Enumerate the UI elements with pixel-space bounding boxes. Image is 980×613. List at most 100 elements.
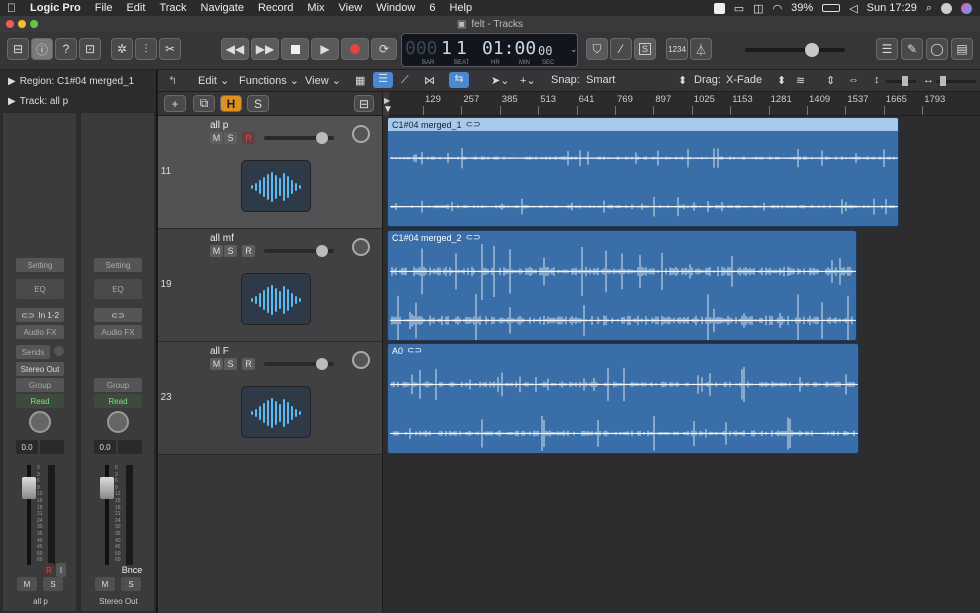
horizontal-zoom-thumb[interactable] (940, 76, 946, 86)
close-window-button[interactable] (6, 20, 14, 28)
solo-button[interactable]: S (634, 38, 656, 60)
browsers-button[interactable]: ▤ (951, 38, 973, 60)
track-header[interactable]: 23 all F M S R (158, 342, 382, 455)
inspector-button[interactable]: ⓘ (31, 38, 53, 60)
drag-select[interactable]: X-Fade (726, 74, 762, 86)
battery-icon[interactable] (822, 4, 841, 12)
user-icon[interactable] (941, 2, 952, 14)
setting-button[interactable]: Setting (16, 258, 64, 272)
group-slot[interactable]: Group (94, 378, 142, 392)
snap-select[interactable]: Smart (586, 74, 686, 86)
lcd-display[interactable]: 000 1 1 01:00 00 BAR BEAT HR MIN SEC ⌄ (401, 33, 578, 67)
loops-button[interactable]: ◯ (926, 38, 948, 60)
app-menu[interactable]: Logic Pro (23, 2, 88, 14)
eq-button[interactable]: EQ (94, 279, 142, 299)
region-inspector-header[interactable]: ▶ Region: C1#04 merged_1 (0, 72, 157, 90)
solo-button[interactable]: S (121, 577, 141, 591)
track-name[interactable]: all mf (210, 233, 234, 244)
arrange-area[interactable]: C1#04 merged_1 ⊂⊃ C1#04 merged_2 ⊂⊃ A0 ⊂⊃ (383, 116, 980, 613)
track-header[interactable]: 19 all mf M S R (158, 229, 382, 342)
track-record-button[interactable]: R (242, 358, 255, 370)
master-volume-knob[interactable] (805, 43, 819, 57)
menu-navigate[interactable]: Navigate (194, 2, 251, 14)
track-inspector-header[interactable]: ▶ Track: all p (0, 92, 157, 110)
vertical-zoom-thumb[interactable] (902, 76, 908, 86)
tuner-button[interactable]: ⁄ (610, 38, 632, 60)
master-volume-slider[interactable] (745, 43, 845, 57)
pan-knob[interactable] (107, 411, 129, 433)
fit-vertical-icon[interactable]: ⇕ (826, 74, 835, 87)
hide-tracks-button[interactable]: H (220, 95, 242, 112)
menu-window[interactable]: Window (369, 2, 422, 14)
menu-mix[interactable]: Mix (300, 2, 331, 14)
menu-help[interactable]: Help (442, 2, 479, 14)
sends-slot[interactable]: Sends (16, 345, 50, 359)
record-enable-button[interactable]: R (44, 563, 54, 577)
bounce-button[interactable]: Bnce (119, 563, 145, 577)
pan-value[interactable]: 0.0 (16, 440, 38, 454)
menu-track[interactable]: Track (152, 2, 193, 14)
fit-horizontal-icon[interactable]: ⇔ (848, 74, 859, 86)
clock[interactable]: Sun 17:29 (867, 2, 917, 14)
track-pan-knob[interactable] (352, 351, 370, 369)
add-track-button[interactable]: + (164, 95, 186, 112)
horizontal-zoom-slider[interactable] (936, 76, 976, 86)
track-volume-knob[interactable] (316, 245, 328, 257)
list-editors-button[interactable]: ☰ (876, 38, 898, 60)
track-record-button[interactable]: R (242, 132, 255, 144)
record-button[interactable] (341, 38, 369, 60)
playhead-icon[interactable]: ▼ (383, 104, 393, 115)
vertical-zoom-slider[interactable] (886, 76, 916, 86)
metronome-button[interactable]: ⏃ (690, 38, 712, 60)
flex-icon[interactable]: ⋈ (424, 74, 435, 87)
menu-6[interactable]: 6 (422, 2, 442, 14)
eq-button[interactable]: EQ (16, 279, 64, 299)
track-volume-slider[interactable] (264, 132, 334, 144)
cycle-button[interactable]: ⟳ (371, 38, 397, 60)
audio-fx-slot[interactable]: Audio FX (94, 325, 142, 339)
track-name[interactable]: all p (210, 120, 228, 131)
forward-button[interactable]: ▶▶ (251, 38, 279, 60)
waveform-icon[interactable] (241, 160, 311, 212)
menu-record[interactable]: Record (251, 2, 300, 14)
editors-button[interactable]: ✂ (159, 38, 181, 60)
volume-fader-cap[interactable] (100, 477, 114, 499)
library-button[interactable]: ⊟ (7, 38, 29, 60)
grid-view-icon[interactable]: ▦ (355, 74, 365, 87)
audio-region[interactable]: C1#04 merged_1 ⊂⊃ (387, 117, 899, 227)
play-button[interactable]: ▶ (311, 38, 339, 60)
automation-icon[interactable]: ⟋ (401, 74, 409, 87)
rewind-button[interactable]: ◀◀ (221, 38, 249, 60)
pointer-tool-icon[interactable]: ➤⌄ (491, 74, 509, 87)
track-solo-button[interactable]: S (224, 132, 237, 144)
timeline-ruler[interactable]: ▶ ▼ 129 257 385 513 641 769 897 1025 1153 1281 140… (383, 92, 980, 116)
functions-menu[interactable]: Functions ⌄ (239, 74, 299, 87)
notepad-button[interactable]: ✎ (901, 38, 923, 60)
track-volume-knob[interactable] (316, 358, 328, 370)
snap-active-icon[interactable]: ⇆ (449, 72, 469, 88)
mixer-button[interactable]: ⫶ (135, 38, 157, 60)
track-volume-knob[interactable] (316, 132, 328, 144)
automation-mode[interactable]: Read (16, 394, 64, 408)
track-solo-button[interactable]: S (224, 245, 237, 257)
menu-edit[interactable]: Edit (119, 2, 152, 14)
track-volume-slider[interactable] (264, 245, 334, 257)
track-mute-button[interactable]: M (210, 245, 223, 257)
mute-button[interactable]: M (95, 577, 115, 591)
duplicate-track-button[interactable]: ⧉ (193, 95, 215, 112)
waveform-zoom-icon[interactable]: ≋ (796, 74, 805, 87)
sidecar-icon[interactable]: ◫ (753, 2, 763, 15)
global-solo-button[interactable]: S (247, 95, 269, 112)
track-name[interactable]: all F (210, 346, 229, 357)
global-tracks-button[interactable]: ⊟ (354, 95, 374, 112)
siri-icon[interactable] (961, 2, 972, 14)
waveform-icon[interactable] (241, 273, 311, 325)
volume-icon[interactable]: ◁ (849, 2, 857, 15)
spotlight-icon[interactable]: ⌕ (926, 2, 932, 15)
audio-region[interactable]: C1#04 merged_2 ⊂⊃ (387, 230, 857, 341)
track-pan-knob[interactable] (352, 238, 370, 256)
menu-file[interactable]: File (88, 2, 120, 14)
audio-fx-slot[interactable]: Audio FX (16, 325, 64, 339)
secondary-tool-icon[interactable]: +⌄ (520, 74, 536, 87)
input-slot[interactable]: ⊂⊃ (94, 308, 142, 322)
